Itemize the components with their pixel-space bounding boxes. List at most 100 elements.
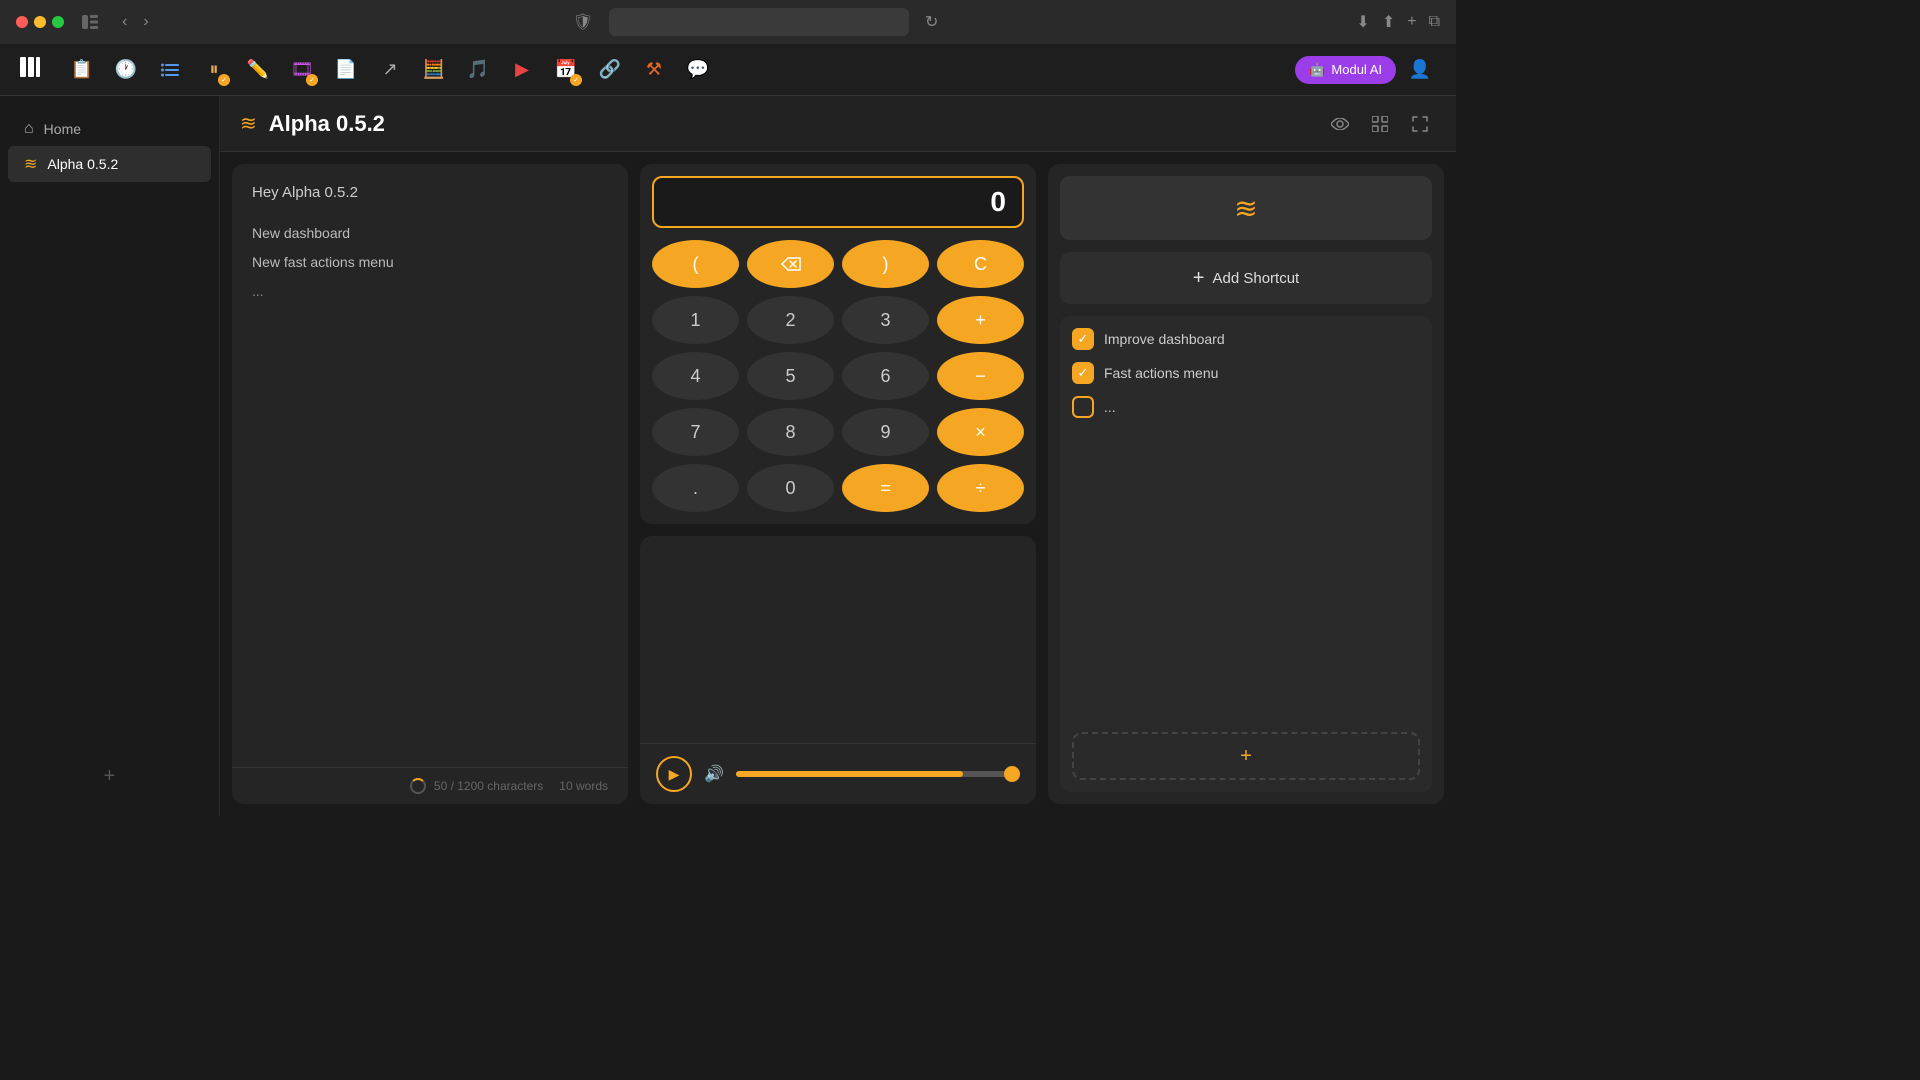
calc-btn-clear[interactable]: C <box>937 240 1024 288</box>
toolbar-music[interactable]: 🎵 <box>460 52 496 88</box>
nav-buttons: ‹ › <box>116 11 155 33</box>
calc-btn-7[interactable]: 7 <box>652 408 739 456</box>
refresh-icon[interactable]: ↻ <box>925 12 938 32</box>
todo-label-2: Fast actions menu <box>1104 365 1218 381</box>
new-tab-icon[interactable]: + <box>1407 13 1416 31</box>
calc-btn-5[interactable]: 5 <box>747 352 834 400</box>
calc-buttons: ( ) C 1 2 3 + <box>640 240 1036 524</box>
shield-icon: 🛡 <box>573 12 593 32</box>
calc-btn-backspace[interactable] <box>747 240 834 288</box>
panel-item-3: ... <box>252 279 608 304</box>
add-shortcut-plus-icon: + <box>1193 267 1205 290</box>
download-icon[interactable]: ⬇ <box>1356 12 1369 32</box>
left-panel-content: Hey Alpha 0.5.2 New dashboard New fast a… <box>232 164 628 767</box>
calc-btn-equals[interactable]: = <box>842 464 929 512</box>
todo-add-button[interactable]: + <box>1072 732 1420 780</box>
todo-label-1: Improve dashboard <box>1104 331 1225 347</box>
sidebar-toggle-button[interactable] <box>76 8 104 36</box>
todo-item-1: ✓ Improve dashboard <box>1072 328 1420 350</box>
panel-item-1: New dashboard <box>252 221 608 246</box>
page-header: ≋ Alpha 0.5.2 <box>220 96 1456 152</box>
minimize-button[interactable] <box>34 16 46 28</box>
todo-item-2: ✓ Fast actions menu <box>1072 362 1420 384</box>
toolbar-calendar[interactable]: 📅 ✓ <box>548 52 584 88</box>
add-shortcut-label: Add Shortcut <box>1212 270 1299 287</box>
volume-knob[interactable] <box>1004 766 1020 782</box>
toolbar-chat[interactable]: 💬 <box>680 52 716 88</box>
url-bar[interactable] <box>609 8 909 36</box>
content-grid: Hey Alpha 0.5.2 New dashboard New fast a… <box>220 152 1456 816</box>
toolbar-badge-pause: ✓ <box>218 74 230 86</box>
calc-btn-6[interactable]: 6 <box>842 352 929 400</box>
volume-fill <box>736 771 963 777</box>
loading-spinner <box>410 778 426 794</box>
toolbar-tools[interactable]: ⚒ <box>636 52 672 88</box>
calc-btn-close-paren[interactable]: ) <box>842 240 929 288</box>
titlebar: ‹ › 🛡 ↻ ⬇ ⬆ + ⧉ <box>0 0 1456 44</box>
sidebar-item-alpha-label: Alpha 0.5.2 <box>47 156 118 172</box>
toolbar-external[interactable]: ↗ <box>372 52 408 88</box>
share-icon[interactable]: ⬆ <box>1382 12 1395 32</box>
toolbar-badge-calendar: ✓ <box>570 74 582 86</box>
calc-btn-minus[interactable]: − <box>937 352 1024 400</box>
nav-forward-button[interactable]: › <box>137 11 154 33</box>
page-header-actions <box>1324 108 1436 140</box>
shortcuts-panel: ≋ + Add Shortcut ✓ Improve dashboard ✓ F… <box>1048 164 1444 804</box>
toolbar-link[interactable]: 🔗 <box>592 52 628 88</box>
sidebar-item-alpha[interactable]: ≋ Alpha 0.5.2 <box>8 146 211 182</box>
audio-panel: ▶ 🔊 <box>640 536 1036 804</box>
calc-btn-divide[interactable]: ÷ <box>937 464 1024 512</box>
toolbar-calculator[interactable]: 🧮 <box>416 52 452 88</box>
calc-btn-open-paren[interactable]: ( <box>652 240 739 288</box>
home-icon: ⌂ <box>24 120 34 138</box>
page-title: Alpha 0.5.2 <box>269 111 1312 137</box>
user-button[interactable]: 👤 <box>1404 54 1436 86</box>
todo-check-2[interactable]: ✓ <box>1072 362 1094 384</box>
calc-btn-2[interactable]: 2 <box>747 296 834 344</box>
todo-check-1[interactable]: ✓ <box>1072 328 1094 350</box>
todo-item-3: ... <box>1072 396 1420 418</box>
fullscreen-button[interactable] <box>52 16 64 28</box>
todo-check-3[interactable] <box>1072 396 1094 418</box>
sidebar-item-home[interactable]: ⌂ Home <box>8 112 211 146</box>
modul-ai-button[interactable]: 🤖 Modul AI <box>1295 56 1396 84</box>
sidebar-item-home-label: Home <box>44 121 81 137</box>
greeting-text: Hey Alpha 0.5.2 <box>252 184 608 201</box>
nav-back-button[interactable]: ‹ <box>116 11 133 33</box>
panel-item-2: New fast actions menu <box>252 250 608 275</box>
shortcut-logo-box: ≋ <box>1060 176 1432 240</box>
traffic-lights <box>16 16 64 28</box>
eye-button[interactable] <box>1324 108 1356 140</box>
calc-btn-0[interactable]: 0 <box>747 464 834 512</box>
sidebar-add-button[interactable]: + <box>0 753 219 800</box>
toolbar-badge-film: ✓ <box>306 74 318 86</box>
toolbar-clipboard[interactable]: 📋 <box>64 52 100 88</box>
calc-btn-plus[interactable]: + <box>937 296 1024 344</box>
calc-btn-3[interactable]: 3 <box>842 296 929 344</box>
expand-button[interactable] <box>1404 108 1436 140</box>
calc-btn-8[interactable]: 8 <box>747 408 834 456</box>
toolbar-edit[interactable]: ✏️ <box>240 52 276 88</box>
titlebar-right: ⬇ ⬆ + ⧉ <box>1356 12 1440 32</box>
toolbar-clock[interactable]: 🕐 <box>108 52 144 88</box>
tabs-icon[interactable]: ⧉ <box>1429 13 1440 31</box>
grid-button[interactable] <box>1364 108 1396 140</box>
calc-btn-multiply[interactable]: × <box>937 408 1024 456</box>
calc-btn-1[interactable]: 1 <box>652 296 739 344</box>
content-area: ≋ Alpha 0.5.2 <box>220 96 1456 816</box>
calc-btn-4[interactable]: 4 <box>652 352 739 400</box>
toolbar-list[interactable] <box>152 52 188 88</box>
toolbar-document[interactable]: 📄 <box>328 52 364 88</box>
todo-label-3: ... <box>1104 399 1116 415</box>
toolbar-film[interactable]: 🎞 ✓ <box>284 52 320 88</box>
calc-display: 0 <box>652 176 1024 228</box>
toolbar-video[interactable]: ▶ <box>504 52 540 88</box>
add-shortcut-button[interactable]: + Add Shortcut <box>1060 252 1432 304</box>
toolbar-pause[interactable]: ⏸ ✓ <box>196 52 232 88</box>
panel-footer: 50 / 1200 characters 10 words <box>232 767 628 804</box>
volume-slider[interactable] <box>736 771 1020 777</box>
play-button[interactable]: ▶ <box>656 756 692 792</box>
calc-btn-9[interactable]: 9 <box>842 408 929 456</box>
close-button[interactable] <box>16 16 28 28</box>
calc-btn-dot[interactable]: . <box>652 464 739 512</box>
